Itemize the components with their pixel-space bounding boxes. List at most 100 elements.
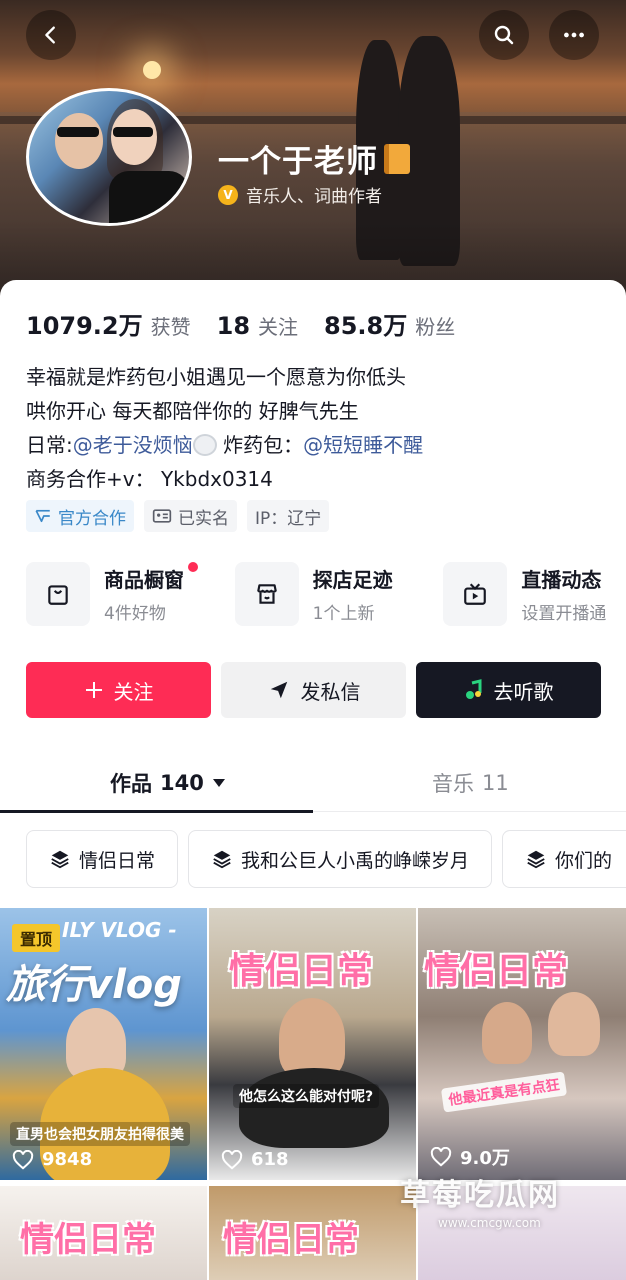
message-button[interactable]: 发私信 [221,662,406,718]
tag-official[interactable]: 官方合作 [26,500,134,532]
service-shop-window[interactable]: 商品橱窗 4件好物 [26,562,235,626]
back-button[interactable] [26,10,76,60]
collection-label: 情侣日常 [79,849,156,872]
video-title: 情侣日常 [223,1220,359,1260]
video-thumbnail[interactable]: 情侣日常 [209,1186,416,1280]
service-store-title: 探店足迹 [312,568,393,592]
service-shop-subtitle: 4件好物 [104,604,166,624]
search-icon [494,25,514,45]
tag-verified-label: 已实名 [178,508,229,529]
profile-sheet: 1079.2万 获赞 18 关注 85.8万 粉丝 幸福就是炸药包小姐遇见一个愿… [0,280,626,1280]
search-button[interactable] [479,10,529,60]
video-thumbnail[interactable]: 情侣日常 [0,1186,207,1280]
service-store-text: 探店足迹 1个上新 [313,564,393,624]
stats-row: 1079.2万 获赞 18 关注 85.8万 粉丝 [26,306,481,341]
service-store-subtitle: 1个上新 [312,604,375,624]
tag-row: 官方合作 已实名 IP：辽宁 [26,500,330,532]
more-button[interactable] [549,10,599,60]
pinned-badge: 置顶 [12,924,61,952]
service-store-icon-box [234,562,299,626]
video-caption: 他怎么这么能对付呢? [233,1084,380,1108]
video-caption: 直男也会把女朋友拍得很美 [10,1122,190,1146]
verification-row: V 音乐人、词曲作者 [218,182,382,207]
music-note-icon [465,679,481,699]
bio-line-1: 幸福就是炸药包小姐遇见一个愿意为你低头 [26,365,406,389]
message-label: 发私信 [300,679,361,704]
follow-label: 关注 [113,679,154,704]
chevron-left-icon [45,26,55,44]
avatar-glasses-1 [57,127,99,137]
sun-decoration [143,61,161,79]
send-icon [270,681,287,699]
video-likes-count: 9848 [42,1149,93,1170]
layers-icon [51,850,69,869]
service-live[interactable]: 直播动态 设置开播通 [443,562,626,626]
service-shop-icon-box [26,562,90,626]
service-shop-title: 商品橱窗 [104,562,198,593]
stat-following-value[interactable]: 18 [217,312,250,340]
mention-link-1[interactable]: @老于没烦恼 [73,433,193,457]
video-title: 情侣日常 [424,951,569,992]
avatar[interactable] [26,88,192,226]
bio-line-3: 日常:@老于没烦恼 炸药包：@短短睡不醒 [26,428,423,462]
video-likes: 9848 [12,1149,92,1170]
video-person [548,992,600,1056]
nickname-text: 一个于老师 [218,144,378,180]
bio-line-3-prefix: 日常: [26,433,73,457]
collection-chip[interactable]: 我和公巨人小禹的峥嵘岁月 [188,830,493,888]
tab-music[interactable]: 音乐 11 [432,768,509,798]
watermark-text: 草莓吃瓜网 [400,1178,560,1213]
bio-line-4: 商务合作+v： Ykbdx0314 [26,467,273,491]
tag-ip-label: IP：辽宁 [255,508,322,529]
video-thumbnail[interactable]: ILY VLOG - 旅行vlog 置顶 直男也会把女朋友拍得很美 9848 [0,908,207,1180]
video-thumbnail[interactable]: 情侣日常 他最近真是有点狂 9.0万 [418,908,626,1180]
service-store-visits[interactable]: 探店足迹 1个上新 [234,562,444,626]
tv-icon [464,583,487,605]
video-thumbnail[interactable]: 情侣日常 他怎么这么能对付呢? 618 [209,908,416,1180]
service-live-title: 直播动态 [521,568,602,592]
mention-link-2[interactable]: @短短睡不醒 [303,433,423,457]
collection-chip[interactable]: 情侣日常 [26,830,179,888]
content-tabs: 作品 140 音乐 11 [0,756,626,813]
rice-bowl-icon [192,434,217,456]
tab-works[interactable]: 作品 140 [110,768,226,798]
video-person [482,1002,532,1064]
bio-line-2: 哄你开心 每天都陪伴你的 好脾气先生 [26,399,359,423]
services-row: 商品橱窗 4件好物 探店足迹 1个上新 直播动态 设置开播通 [26,562,626,626]
stat-likes-value: 1079.2万 [26,312,143,340]
avatar-face-1 [55,113,103,169]
stat-following-label[interactable]: 关注 [258,311,298,340]
official-icon [35,509,50,523]
video-likes-count: 618 [251,1149,289,1170]
bio-line-3-mid: 炸药包： [216,433,304,457]
heart-icon [430,1147,452,1167]
plus-icon [85,682,102,698]
video-likes: 618 [221,1149,289,1170]
follow-button[interactable]: 关注 [26,662,211,718]
bio: 幸福就是炸药包小姐遇见一个愿意为你低头 哄你开心 每天都陪伴你的 好脾气先生 日… [26,360,423,496]
listen-music-button[interactable]: 去听歌 [416,662,601,718]
stat-likes-label: 获赞 [150,315,191,339]
video-person-body [239,1068,389,1148]
video-person [279,998,345,1078]
action-row: 关注 发私信 去听歌 [26,662,601,718]
listen-music-label: 去听歌 [493,679,554,704]
tag-official-label: 官方合作 [58,508,126,529]
store-icon [256,584,277,604]
stat-followers-label[interactable]: 粉丝 [415,311,455,340]
tab-works-label: 作品 [110,772,152,796]
verified-badge-icon: V [218,184,238,205]
heart-icon [221,1149,243,1169]
caret-down-icon [212,779,225,787]
tag-verified-name[interactable]: 已实名 [144,500,237,532]
avatar-face-2 [111,109,157,165]
more-dots-icon [564,32,584,38]
profile-banner: 一个于老师 V 音乐人、词曲作者 [0,0,626,300]
video-likes: 9.0万 [430,1144,510,1170]
notification-dot [188,562,198,572]
video-title: 旅行vlog [6,962,182,1008]
watermark-url: www.cmcgw.com [438,1216,541,1230]
stat-followers-value[interactable]: 85.8万 [324,306,407,341]
collection-label: 你们的 [555,849,613,872]
collection-chip[interactable]: 你们的 [502,830,626,888]
